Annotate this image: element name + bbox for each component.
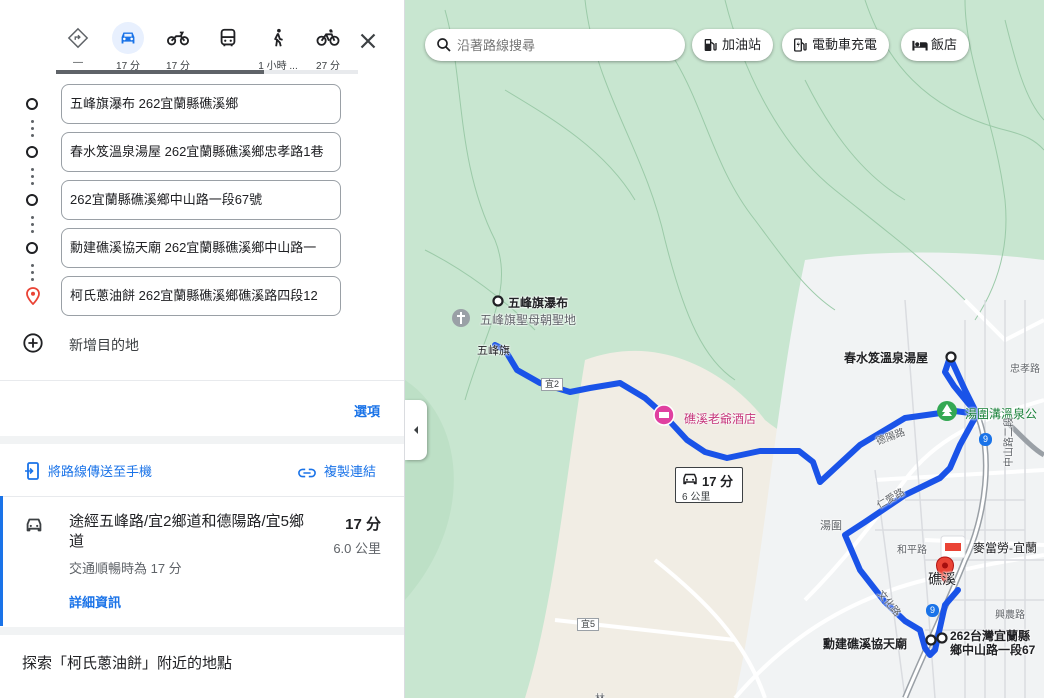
bicycle-icon xyxy=(312,22,344,54)
map-label-wufengqi: 五峰旗 xyxy=(477,345,510,357)
waypoint-row-4: 勳建礁溪協天廟 262宜蘭縣礁溪鄉中山路一 xyxy=(0,228,404,268)
route-title: 途經五峰路/宜2鄉道和德陽路/宜5鄉道 xyxy=(69,513,305,550)
map-label-lin: 林 xyxy=(595,690,605,698)
waypoint-row-1: 五峰旗瀑布 262宜蘭縣礁溪鄉 xyxy=(0,84,404,124)
route-time-callout[interactable]: 17 分 6 公里 xyxy=(675,467,743,503)
hotel-chip[interactable]: 飯店 xyxy=(901,29,970,61)
waypoint-circle-icon xyxy=(26,98,38,110)
add-circle-icon xyxy=(23,333,43,353)
mode-best-button[interactable]: — xyxy=(56,22,100,68)
road-shield-9: 9 xyxy=(979,433,993,446)
car-icon xyxy=(683,473,697,485)
route-diamond-icon xyxy=(62,22,94,54)
hotel-marker-icon[interactable] xyxy=(653,404,675,426)
route-time: 17 分 xyxy=(345,516,381,533)
map-canvas[interactable]: 加油站 電動車充電 飯店 五峰旗瀑布 五峰旗聖母朝聖地 五峰旗 礁溪老爺酒店 春… xyxy=(405,0,1044,698)
hotel-label: 飯店 xyxy=(931,37,958,52)
send-to-phone-label: 將路線傳送至手機 xyxy=(48,464,153,479)
route-distance: 6.0 公里 xyxy=(333,541,381,556)
waypoint-circle-icon xyxy=(26,146,38,158)
bus-icon xyxy=(212,22,244,54)
gas-station-label: 加油站 xyxy=(722,37,762,52)
route-traffic-note: 交通順暢時為 17 分 xyxy=(69,561,182,576)
map-label-shrine[interactable]: 五峰旗聖母朝聖地 xyxy=(480,311,576,328)
waypoint-circle-icon xyxy=(26,242,38,254)
close-icon xyxy=(360,33,376,49)
map-label-zhongxiao: 忠孝路 xyxy=(1010,364,1040,375)
directions-panel: — 17 分 17 分 1 小時 ... 27 分 五峰旗瀑布 262宜蘭縣礁溪… xyxy=(0,0,405,698)
map-label-zhongshan: 中山路二段 xyxy=(1004,417,1015,467)
ev-charging-chip[interactable]: 電動車充電 xyxy=(782,29,890,61)
map-label-xingnong: 興農路 xyxy=(995,610,1025,621)
waypoint-marker-icon[interactable] xyxy=(944,350,958,364)
church-icon[interactable] xyxy=(450,307,472,329)
divider xyxy=(0,380,404,381)
ev-charging-label: 電動車充電 xyxy=(812,37,878,52)
map-label-wufeng-falls[interactable]: 五峰旗瀑布 xyxy=(508,294,568,311)
map-label-temple[interactable]: 勳建礁溪協天廟 xyxy=(823,635,907,652)
waypoint-row-2: 春水笈溫泉湯屋 262宜蘭縣礁溪鄉忠孝路1巷 xyxy=(0,132,404,172)
map-label-mcd[interactable]: 麥當勞-宜蘭 xyxy=(973,539,1037,556)
explore-nearby-heading[interactable]: 探索「柯氏蔥油餅」附近的地點 xyxy=(22,652,232,673)
send-to-phone-link[interactable]: 將路線傳送至手機 xyxy=(24,461,152,480)
options-button[interactable]: 選項 xyxy=(354,401,380,420)
park-marker-icon[interactable] xyxy=(936,400,958,422)
map-label-hotel[interactable]: 礁溪老爺酒店 xyxy=(684,410,756,427)
waypoint-input-4[interactable]: 勳建礁溪協天廟 262宜蘭縣礁溪鄉中山路一 xyxy=(61,228,341,268)
link-icon xyxy=(298,468,316,478)
gas-station-chip[interactable]: 加油站 xyxy=(692,29,774,61)
chevron-left-icon xyxy=(414,426,418,434)
walk-icon xyxy=(262,22,294,54)
map-label-address-line2[interactable]: 鄉中山路一段67 xyxy=(950,641,1035,658)
waypoint-input-3[interactable]: 262宜蘭縣礁溪鄉中山路一段67號 xyxy=(61,180,341,220)
bed-icon xyxy=(912,40,928,51)
map-label-heping: 和平路 xyxy=(897,545,927,556)
route-option-card[interactable]: 途經五峰路/宜2鄉道和德陽路/宜5鄉道 17 分 6.0 公里 交通順暢時為 1… xyxy=(0,496,404,626)
mode-drive-button[interactable]: 17 分 xyxy=(106,22,150,72)
route-details-link[interactable]: 詳細資訊 xyxy=(69,592,121,611)
add-destination-button[interactable]: 新增目的地 xyxy=(22,332,139,356)
road-shield-9: 9 xyxy=(926,604,940,617)
destination-pin-icon xyxy=(26,287,40,310)
map-label-jiaoxi: 礁溪 xyxy=(928,571,956,587)
route-search-input[interactable] xyxy=(457,35,677,55)
copy-link-button[interactable]: 複製連結 xyxy=(298,461,376,480)
waypoint-marker-icon[interactable] xyxy=(935,631,949,645)
close-directions-button[interactable] xyxy=(355,28,381,54)
waypoint-input-1[interactable]: 五峰旗瀑布 262宜蘭縣礁溪鄉 xyxy=(61,84,341,124)
mode-transit-button[interactable] xyxy=(206,22,250,68)
travel-mode-bar: — 17 分 17 分 1 小時 ... 27 分 xyxy=(56,22,392,72)
waypoint-row-3: 262宜蘭縣礁溪鄉中山路一段67號 xyxy=(0,180,404,220)
car-icon xyxy=(112,22,144,54)
road-shield-y5: 宜5 xyxy=(577,618,600,631)
map-label-spring[interactable]: 春水笈溫泉湯屋 xyxy=(844,349,928,366)
divider xyxy=(0,436,404,444)
mode-best-label: — xyxy=(73,57,83,68)
map-label-tangwei: 湯圍 xyxy=(820,520,842,532)
motorcycle-icon xyxy=(162,22,194,54)
ev-charging-icon xyxy=(794,38,807,52)
collapse-panel-button[interactable] xyxy=(405,400,427,460)
road-shield-y2: 宜2 xyxy=(541,378,564,391)
waypoint-input-5[interactable]: 柯氏蔥油餅 262宜蘭縣礁溪鄉礁溪路四段12 xyxy=(61,276,341,316)
divider xyxy=(0,627,404,635)
car-icon xyxy=(26,518,42,532)
send-phone-icon xyxy=(25,462,39,480)
mode-walk-button[interactable]: 1 小時 ... xyxy=(256,22,300,72)
waypoint-row-5: 柯氏蔥油餅 262宜蘭縣礁溪鄉礁溪路四段12 xyxy=(0,276,404,316)
waypoint-circle-icon xyxy=(26,194,38,206)
copy-link-label: 複製連結 xyxy=(324,464,377,479)
search-icon xyxy=(437,38,451,52)
mode-motorcycle-button[interactable]: 17 分 xyxy=(156,22,200,72)
route-search-bar[interactable] xyxy=(425,29,685,61)
route-callout-distance: 6 公里 xyxy=(682,492,711,503)
mode-bicycle-button[interactable]: 27 分 xyxy=(306,22,350,72)
add-destination-label: 新增目的地 xyxy=(69,337,139,353)
waypoint-marker-icon[interactable] xyxy=(491,294,505,308)
mode-scroll-bar[interactable] xyxy=(56,70,358,74)
waypoint-input-2[interactable]: 春水笈溫泉湯屋 262宜蘭縣礁溪鄉忠孝路1巷 xyxy=(61,132,341,172)
gas-station-icon xyxy=(704,39,717,51)
